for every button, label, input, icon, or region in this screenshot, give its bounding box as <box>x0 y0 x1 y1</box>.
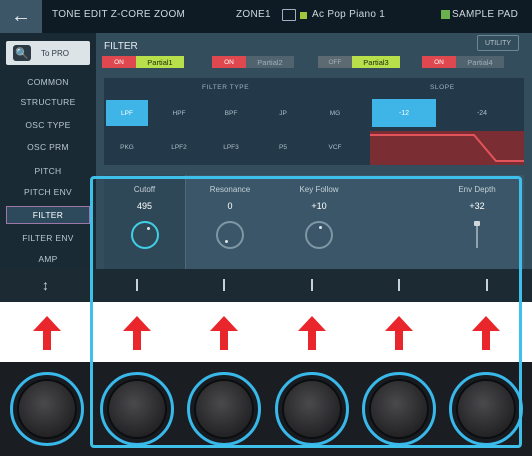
param-cutoff-value: 495 <box>136 201 153 211</box>
sidebar-item-amp[interactable]: AMP <box>6 250 90 268</box>
param-key-follow[interactable]: Key Follow +10 <box>274 175 364 269</box>
partial-2-name[interactable]: Partial2 <box>246 56 294 68</box>
param-resonance-value: 0 <box>227 201 233 211</box>
filter-type-p5[interactable]: P5 <box>262 134 304 160</box>
filter-type-bpf[interactable]: BPF <box>210 100 252 126</box>
arrow-left-icon: ← <box>11 5 31 27</box>
slope-curve <box>370 134 524 162</box>
knob-indicator-3 <box>311 279 313 291</box>
partial-4-name[interactable]: Partial4 <box>456 56 504 68</box>
filter-type-hpf[interactable]: HPF <box>158 100 200 126</box>
knob-indicator-1 <box>136 279 138 291</box>
env-depth-slider-icon[interactable] <box>474 221 480 249</box>
control-indicator-bar: ↕ <box>0 269 532 302</box>
top-bar: ← TONE EDIT Z-CORE ZOOM ZONE1 Ac Pop Pia… <box>0 0 532 33</box>
partial-2[interactable]: ON Partial2 <box>212 56 294 68</box>
partial-3[interactable]: OFF Partial3 <box>318 56 400 68</box>
resonance-knob-icon[interactable] <box>216 221 244 249</box>
partial-1-name[interactable]: Partial1 <box>136 56 184 68</box>
up-arrow-icon <box>210 316 238 350</box>
back-button[interactable]: ← <box>0 0 42 33</box>
sample-pad-indicator-icon <box>441 10 450 19</box>
slope-label: SLOPE <box>430 84 455 91</box>
sidebar: 🔍 To PRO COMMON STRUCTURE OSC TYPE OSC P… <box>0 33 96 269</box>
hardware-knob-1[interactable] <box>100 372 174 446</box>
partial-4[interactable]: ON Partial4 <box>422 56 504 68</box>
knob-indicator-4 <box>398 279 400 291</box>
zone-indicator-icon <box>300 12 307 19</box>
keyboard-icon <box>282 9 296 21</box>
param-key-follow-label: Key Follow <box>299 185 339 194</box>
filter-type-jp[interactable]: JP <box>262 100 304 126</box>
sidebar-item-pitch[interactable]: PITCH <box>6 162 90 180</box>
param-resonance[interactable]: Resonance 0 <box>186 175 274 269</box>
up-arrow-icon <box>33 316 61 350</box>
sidebar-item-filter[interactable]: FILTER <box>6 206 90 224</box>
sample-pad-label[interactable]: SAMPLE PAD <box>452 9 518 20</box>
slope-curve-graph <box>370 131 524 165</box>
up-arrow-icon <box>472 316 500 350</box>
filter-type-mg[interactable]: MG <box>314 100 356 126</box>
parameter-panel: Cutoff 495 Resonance 0 Key Follow +10 En… <box>104 175 524 269</box>
param-env-depth-label: Env Depth <box>458 185 496 194</box>
up-arrow-icon <box>298 316 326 350</box>
key-follow-knob-icon[interactable] <box>305 221 333 249</box>
to-pro-label: To PRO <box>41 48 70 58</box>
filter-page: FILTER UTILITY ON Partial1 ON Partial2 O… <box>96 33 532 269</box>
partial-3-name[interactable]: Partial3 <box>352 56 400 68</box>
partial-4-switch[interactable]: ON <box>422 56 456 68</box>
synth-screen: ← TONE EDIT Z-CORE ZOOM ZONE1 Ac Pop Pia… <box>0 0 532 302</box>
knob-indicator-5 <box>486 279 488 291</box>
sidebar-item-osc-prm[interactable]: OSC PRM <box>6 138 90 156</box>
filter-type-panel: FILTER TYPE SLOPE LPF HPF BPF JP MG PKG … <box>104 78 524 165</box>
sidebar-item-osc-type[interactable]: OSC TYPE <box>6 116 90 134</box>
param-cutoff[interactable]: Cutoff 495 <box>104 175 186 269</box>
sidebar-item-structure[interactable]: STRUCTURE <box>6 93 90 111</box>
hardware-knob-0[interactable] <box>10 372 84 446</box>
param-cutoff-label: Cutoff <box>133 185 156 194</box>
filter-type-lpf2[interactable]: LPF2 <box>158 134 200 160</box>
hardware-knob-row <box>0 362 532 456</box>
zoom-icon: 🔍 <box>13 45 31 61</box>
hardware-knob-4[interactable] <box>362 372 436 446</box>
tone-name[interactable]: Ac Pop Piano 1 <box>312 9 385 20</box>
filter-type-vcf[interactable]: VCF <box>314 134 356 160</box>
hardware-knob-3[interactable] <box>275 372 349 446</box>
zone-label: ZONE1 <box>236 9 271 20</box>
sidebar-item-pitch-env[interactable]: PITCH ENV <box>6 183 90 201</box>
param-key-follow-value: +10 <box>311 201 327 211</box>
screen-title: TONE EDIT Z-CORE ZOOM <box>52 9 186 20</box>
utility-button[interactable]: UTILITY <box>477 35 519 51</box>
knob-indicator-2 <box>223 279 225 291</box>
partial-1-switch[interactable]: ON <box>102 56 136 68</box>
sidebar-item-filter-env[interactable]: FILTER ENV <box>6 229 90 247</box>
sidebar-item-common[interactable]: COMMON <box>6 73 90 91</box>
up-arrow-icon <box>123 316 151 350</box>
slope-minus-24[interactable]: -24 <box>450 99 514 127</box>
filter-type-lpf3[interactable]: LPF3 <box>210 134 252 160</box>
partial-2-switch[interactable]: ON <box>212 56 246 68</box>
up-down-arrow-icon: ↕ <box>42 277 49 293</box>
page-title: FILTER <box>104 41 138 52</box>
filter-type-label: FILTER TYPE <box>202 84 250 91</box>
param-env-depth-value: +32 <box>469 201 485 211</box>
to-pro-button[interactable]: 🔍 To PRO <box>6 41 90 65</box>
cutoff-knob-icon[interactable] <box>131 221 159 249</box>
up-arrow-icon <box>385 316 413 350</box>
hardware-knob-2[interactable] <box>187 372 261 446</box>
partial-1[interactable]: ON Partial1 <box>102 56 184 68</box>
hardware-knob-5[interactable] <box>449 372 523 446</box>
filter-type-lpf[interactable]: LPF <box>106 100 148 126</box>
slope-minus-12[interactable]: -12 <box>372 99 436 127</box>
partial-3-switch[interactable]: OFF <box>318 56 352 68</box>
param-resonance-label: Resonance <box>209 185 251 194</box>
filter-type-pkg[interactable]: PKG <box>106 134 148 160</box>
param-env-depth[interactable]: Env Depth +32 <box>430 175 524 269</box>
